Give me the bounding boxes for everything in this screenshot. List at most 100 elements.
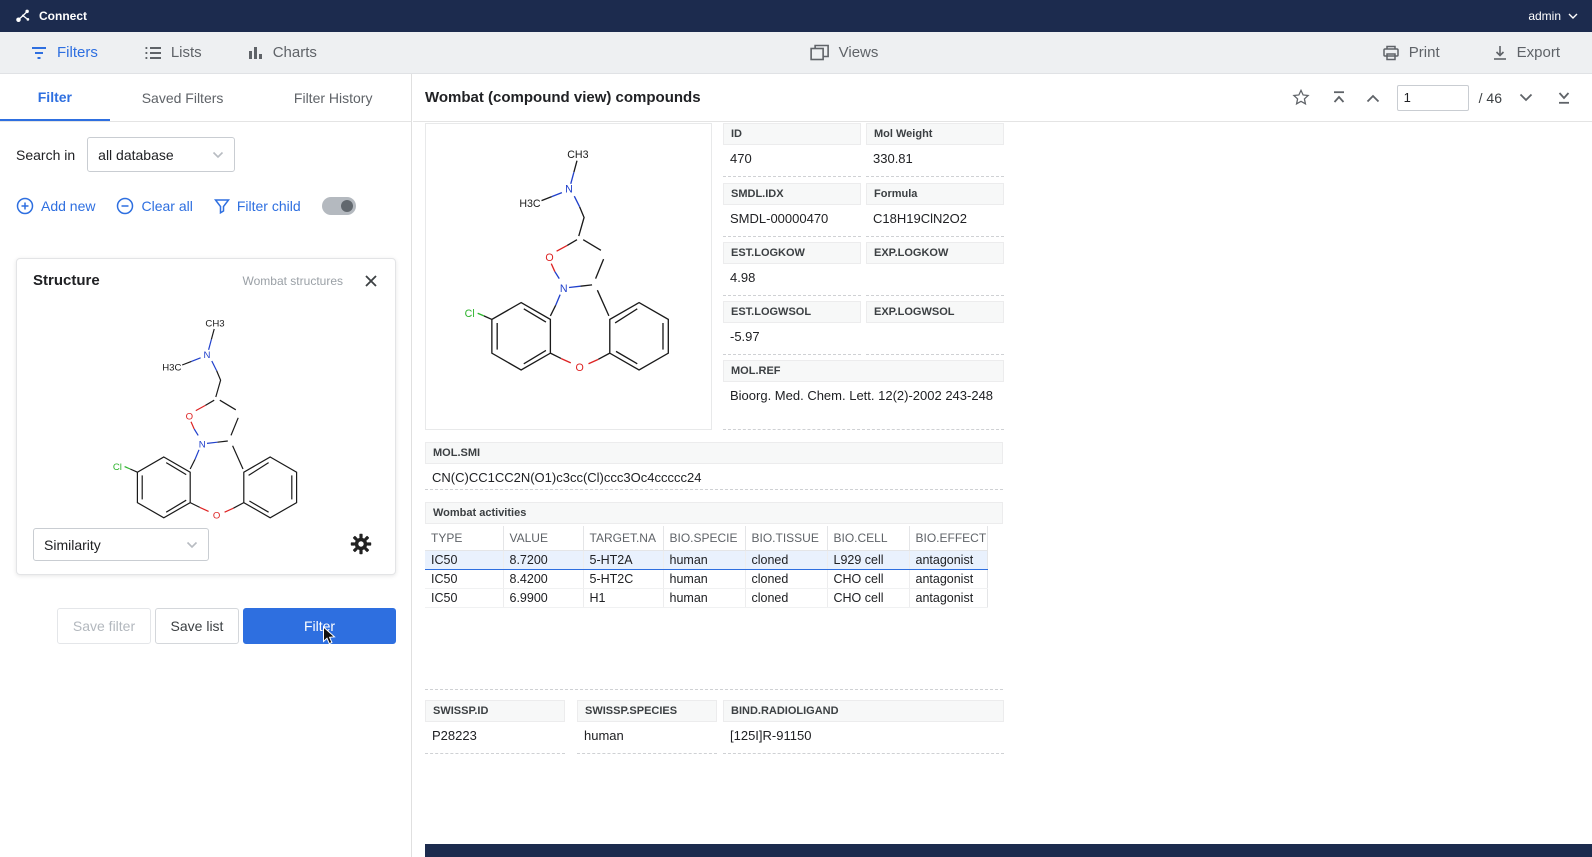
table-row[interactable]: IC50 6.9900 H1 human cloned CHO cell ant…	[425, 589, 987, 608]
field-value	[866, 264, 1004, 274]
field-value: 330.81	[866, 145, 1004, 172]
structure-card-header: Structure Wombat structures	[17, 259, 395, 289]
column-header[interactable]: BIO.EFFECT	[909, 526, 987, 551]
funnel-icon	[214, 198, 230, 214]
filter-child-button[interactable]: Filter child	[214, 198, 301, 214]
cell: 8.7200	[503, 551, 583, 570]
field-label: MOL.REF	[723, 360, 1004, 382]
clear-all-button[interactable]: Clear all	[116, 197, 192, 215]
field-exp-logkow: EXP.LOGKOW	[866, 242, 1004, 296]
main-panel: Wombat (compound view) compounds / 46	[413, 74, 1592, 857]
add-new-button[interactable]: Add new	[16, 197, 95, 215]
page-total: / 46	[1479, 90, 1502, 106]
search-in-label: Search in	[16, 147, 75, 163]
field-value: human	[577, 722, 717, 749]
settings-gear-icon[interactable]	[350, 533, 372, 555]
cell: antagonist	[909, 551, 987, 570]
favorite-star-icon[interactable]	[1291, 88, 1311, 107]
toolbar-right: Print Export	[1382, 44, 1560, 61]
cell: human	[663, 570, 745, 589]
tab-filter[interactable]: Filter	[0, 74, 110, 121]
table-row[interactable]: IC50 8.4200 5-HT2C human cloned CHO cell…	[425, 570, 987, 589]
field-label: EXP.LOGWSOL	[866, 301, 1004, 323]
column-header[interactable]: BIO.CELL	[827, 526, 909, 551]
first-record-icon[interactable]	[1331, 90, 1347, 105]
list-icon	[144, 46, 162, 60]
user-name: admin	[1528, 9, 1561, 23]
field-formula: Formula C18H19ClN2O2	[866, 183, 1004, 237]
cell: H1	[583, 589, 663, 608]
views-icon	[810, 44, 830, 61]
similarity-select-value: Similarity	[44, 537, 101, 553]
field-smdl-idx: SMDL.IDX SMDL-00000470	[723, 183, 861, 237]
field-label: SWISSP.SPECIES	[577, 700, 717, 722]
cell: 5-HT2C	[583, 570, 663, 589]
last-record-icon[interactable]	[1556, 90, 1572, 105]
cell: CHO cell	[827, 570, 909, 589]
page-number-input[interactable]	[1397, 85, 1469, 111]
topbar: Connect admin	[0, 0, 1592, 32]
field-value: P28223	[425, 722, 565, 749]
next-record-icon[interactable]	[1518, 93, 1534, 103]
table-row[interactable]: IC50 8.7200 5-HT2A human cloned L929 cel…	[425, 551, 987, 570]
sidebar-tabs: Filter Saved Filters Filter History	[0, 74, 411, 122]
cell: cloned	[745, 551, 827, 570]
field-label: Formula	[866, 183, 1004, 205]
cell: IC50	[425, 551, 503, 570]
tab-saved-filters[interactable]: Saved Filters	[110, 74, 256, 121]
filters-button[interactable]: Filters	[30, 44, 98, 61]
export-button[interactable]: Export	[1492, 44, 1560, 61]
field-label: MOL.SMI	[425, 442, 1003, 464]
field-id: ID 470	[723, 123, 861, 177]
print-button[interactable]: Print	[1382, 44, 1440, 61]
filter-button[interactable]: Filter	[243, 608, 396, 644]
lists-button[interactable]: Lists	[144, 44, 202, 61]
field-label: EST.LOGWSOL	[723, 301, 861, 323]
chevron-down-icon	[202, 151, 224, 159]
field-swissp-id: SWISSP.ID P28223	[425, 700, 565, 754]
field-mol-smi: MOL.SMI CN(C)CC1CC2N(O1)c3cc(Cl)ccc3Oc4c…	[425, 442, 1003, 490]
column-header[interactable]: TARGET.NA	[583, 526, 663, 551]
filter-child-toggle[interactable]	[322, 197, 356, 215]
field-label: ID	[723, 123, 861, 145]
filter-icon	[30, 46, 48, 60]
tab-filter-history[interactable]: Filter History	[255, 74, 411, 121]
column-header[interactable]: VALUE	[503, 526, 583, 551]
column-header[interactable]: BIO.SPECIE	[663, 526, 745, 551]
app-logo-icon	[14, 7, 32, 25]
structure-card-title: Structure	[33, 272, 243, 289]
search-in-row: Search in all database	[16, 137, 235, 172]
activities-table: TYPE VALUE TARGET.NA BIO.SPECIE BIO.TISS…	[425, 526, 988, 608]
close-icon[interactable]	[363, 273, 379, 289]
column-header[interactable]: BIO.TISSUE	[745, 526, 827, 551]
field-est-logwsol: EST.LOGWSOL -5.97	[723, 301, 861, 355]
lists-label: Lists	[171, 44, 202, 61]
field-swissp-species: SWISSP.SPECIES human	[577, 700, 717, 754]
field-value: -5.97	[723, 323, 861, 350]
column-header[interactable]: TYPE	[425, 526, 503, 551]
save-list-button[interactable]: Save list	[155, 608, 239, 644]
field-value	[866, 323, 1004, 333]
query-structure-image[interactable]	[87, 305, 327, 561]
cell: antagonist	[909, 589, 987, 608]
similarity-select[interactable]: Similarity	[33, 528, 209, 561]
field-value: 470	[723, 145, 861, 172]
filter-child-label: Filter child	[237, 198, 301, 214]
views-button[interactable]: Views	[810, 44, 879, 61]
field-value: Bioorg. Med. Chem. Lett. 12(2)-2002 243-…	[723, 382, 1004, 409]
cell: human	[663, 589, 745, 608]
previous-record-icon[interactable]	[1365, 93, 1381, 103]
app-name: Connect	[39, 9, 87, 23]
toolbar-center: Views	[810, 44, 879, 61]
charts-button[interactable]: Charts	[248, 44, 317, 61]
database-select[interactable]: all database	[87, 137, 235, 172]
horizontal-scrollbar[interactable]	[425, 844, 1592, 857]
cell: cloned	[745, 589, 827, 608]
export-icon	[1492, 45, 1508, 61]
main-header: Wombat (compound view) compounds / 46	[413, 74, 1592, 122]
field-label: Mol Weight	[866, 123, 1004, 145]
app-brand: Connect	[14, 7, 87, 25]
save-filter-button[interactable]: Save filter	[57, 608, 151, 644]
user-menu[interactable]: admin	[1528, 9, 1578, 23]
chevron-down-icon	[176, 541, 198, 549]
